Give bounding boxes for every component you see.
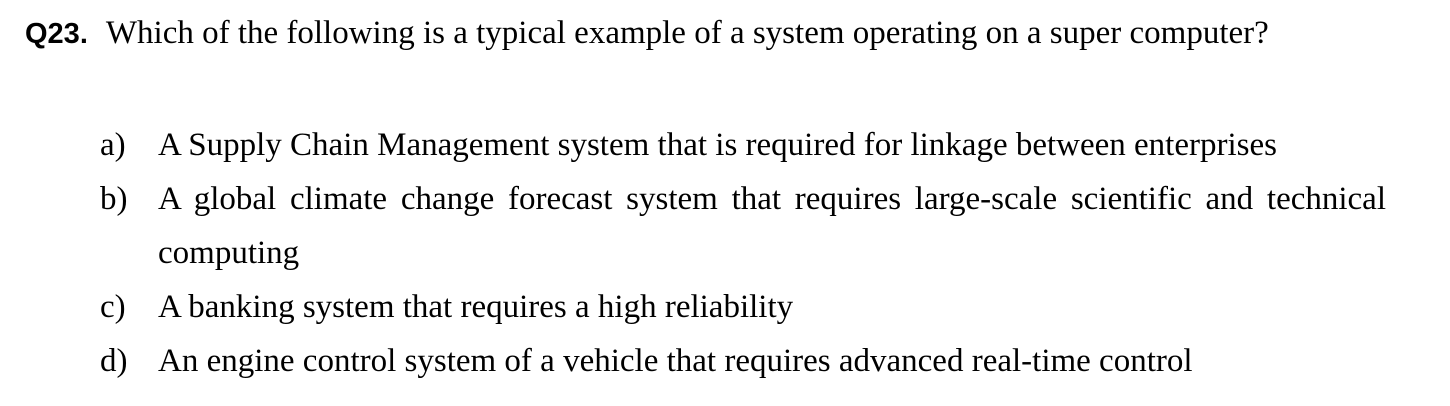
question: Q23. Which of the following is a typical … [25,12,1425,55]
option-text: A Supply Chain Management system that is… [158,127,1277,163]
answer-options: a) A Supply Chain Management system that… [100,118,1386,388]
option-text: A global climate change forecast system … [158,181,1386,271]
option-text: An engine control system of a vehicle th… [158,343,1193,379]
question-number: Q23. [25,18,88,50]
option-b: b) A global climate change forecast syst… [100,172,1386,280]
option-d: d) An engine control system of a vehicle… [100,334,1386,388]
option-letter: c) [100,289,126,325]
option-letter: a) [100,127,126,163]
option-c: c) A banking system that requires a high… [100,280,1386,334]
option-a: a) A Supply Chain Management system that… [100,118,1386,172]
option-letter: d) [100,343,128,379]
question-text: Which of the following is a typical exam… [105,15,1269,51]
option-text: A banking system that requires a high re… [158,289,794,325]
option-letter: b) [100,181,128,217]
